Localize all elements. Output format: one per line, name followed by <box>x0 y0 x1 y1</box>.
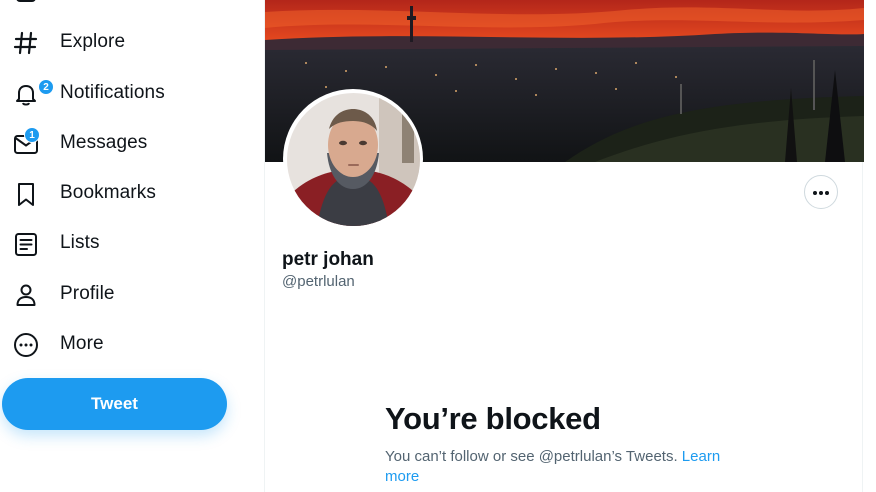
profile-avatar[interactable] <box>283 89 423 229</box>
tweet-button[interactable]: Tweet <box>2 378 227 430</box>
sidebar-nav: Explore 2 Notifications 1 Messages Bookm… <box>0 0 264 492</box>
profile-column: petr johan @petrlulan You’re blocked You… <box>264 0 864 492</box>
home-icon[interactable] <box>12 0 40 4</box>
sidebar-item-label: Explore <box>60 31 126 52</box>
bell-icon: 2 <box>12 79 54 108</box>
ellipsis-icon <box>812 183 830 201</box>
sidebar-item-profile[interactable]: Profile <box>0 273 200 317</box>
message-count-badge: 1 <box>24 127 40 143</box>
blocked-message: You can’t follow or see @petrlulan’s Twe… <box>385 447 735 487</box>
sidebar-item-explore[interactable]: Explore <box>0 21 200 65</box>
more-options-button[interactable] <box>804 175 838 209</box>
sidebar-item-lists[interactable]: Lists <box>0 222 200 266</box>
blocked-title: You’re blocked <box>385 401 601 436</box>
sidebar-item-label: Lists <box>60 232 100 253</box>
envelope-icon: 1 <box>12 127 40 158</box>
sidebar-item-label: Messages <box>60 132 148 153</box>
sidebar-item-more[interactable]: More <box>0 323 200 367</box>
hashtag-icon <box>12 29 40 57</box>
profile-display-name: petr johan <box>282 249 374 270</box>
blocked-message-text: You can’t follow or see @petrlulan’s Twe… <box>385 448 678 465</box>
sidebar-item-notifications[interactable]: 2 Notifications <box>0 72 200 116</box>
notification-count-badge: 2 <box>38 79 54 95</box>
list-icon <box>12 230 40 258</box>
avatar-image <box>286 92 420 226</box>
sidebar-item-bookmarks[interactable]: Bookmarks <box>0 172 200 216</box>
sidebar-item-label: Profile <box>60 283 115 304</box>
sidebar-item-label: Bookmarks <box>60 182 156 203</box>
profile-handle: @petrlulan <box>282 273 355 290</box>
bookmark-icon <box>12 180 40 208</box>
sidebar-item-label: More <box>60 333 104 354</box>
sidebar-item-label: Notifications <box>60 82 165 103</box>
more-circle-icon <box>12 331 40 359</box>
person-icon <box>12 281 40 309</box>
sidebar-item-messages[interactable]: 1 Messages <box>0 122 200 166</box>
